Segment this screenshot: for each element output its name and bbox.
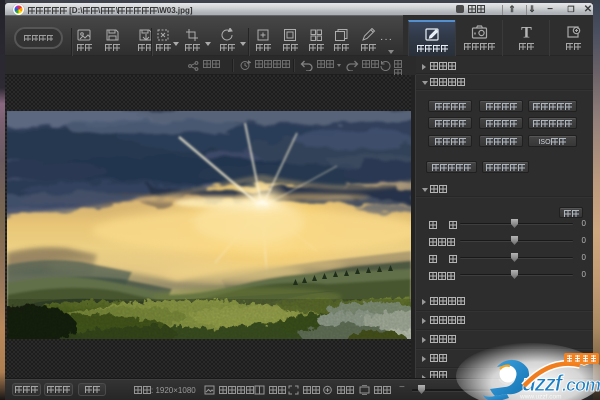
svg-text:T: T [521,25,532,41]
